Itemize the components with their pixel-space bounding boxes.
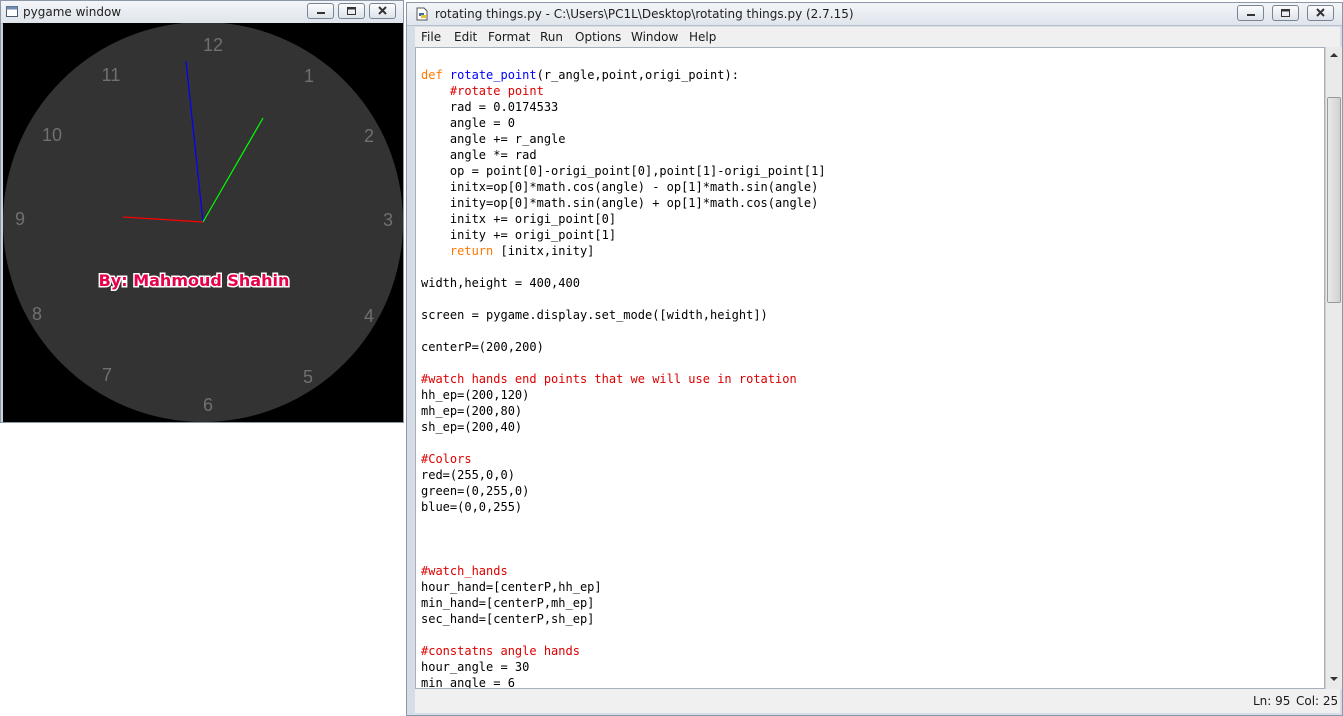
- minimize-button[interactable]: [1237, 5, 1264, 21]
- comment-token: #watch_hands: [421, 564, 508, 578]
- minimize-icon: [317, 12, 325, 14]
- clock-number-5: 5: [303, 367, 313, 387]
- code-token: hour_hand=[centerP,hh_ep] min_hand=[cent…: [421, 580, 602, 626]
- maximize-icon: [347, 7, 356, 15]
- menu-help[interactable]: Help: [689, 27, 716, 47]
- menu-format[interactable]: Format: [488, 27, 530, 47]
- menu-file[interactable]: File: [421, 27, 441, 47]
- code-editor[interactable]: def rotate_point(r_angle,point,origi_poi…: [415, 47, 1325, 689]
- definition-token: rotate_point: [449, 68, 537, 82]
- author-credit: By: Mahmoud Shahin: [99, 271, 290, 290]
- clock-face: 12 1 2 3 4 5 6 7 8 9 10 11 By: Mahmoud S…: [3, 23, 403, 422]
- close-icon: [1316, 8, 1325, 17]
- scroll-up-icon[interactable]: [1326, 47, 1342, 63]
- maximize-button[interactable]: [338, 3, 365, 19]
- close-button[interactable]: [369, 3, 396, 19]
- clock-number-2: 2: [364, 126, 374, 146]
- code-token: hh_ep=(200,120) mh_ep=(200,80) sh_ep=(20…: [421, 388, 530, 434]
- minimize-icon: [1247, 14, 1255, 16]
- menu-options[interactable]: Options: [575, 27, 621, 47]
- window-app-icon: [6, 6, 18, 17]
- clock-number-4: 4: [364, 306, 374, 326]
- pygame-canvas[interactable]: 12 1 2 3 4 5 6 7 8 9 10 11 By: Mahmoud S…: [3, 23, 403, 422]
- menu-bar: File Edit Format Run Options Window Help: [415, 27, 1340, 47]
- code-token: (r_angle,point,origi_point):: [536, 68, 739, 82]
- clock-number-9: 9: [15, 209, 25, 229]
- clock-dial: [3, 23, 403, 422]
- pygame-titlebar[interactable]: pygame window: [1, 1, 403, 24]
- keyword-token: return: [449, 244, 494, 258]
- menu-run[interactable]: Run: [540, 27, 563, 47]
- close-button[interactable]: [1307, 5, 1334, 21]
- maximize-button[interactable]: [1272, 5, 1299, 21]
- menu-window[interactable]: Window: [631, 27, 678, 47]
- menu-edit[interactable]: Edit: [454, 27, 477, 47]
- status-bar: Ln: 95 Col: 25: [415, 689, 1340, 713]
- keyword-token: def: [421, 68, 443, 82]
- clock-number-7: 7: [102, 365, 112, 385]
- clock-number-8: 8: [32, 304, 42, 324]
- code-token: red=(255,0,0) green=(0,255,0) blue=(0,0,…: [421, 468, 530, 514]
- pygame-window: pygame window 12 1 2 3 4 5 6 7 8 9 10 11: [0, 0, 404, 423]
- clock-number-1: 1: [304, 66, 314, 86]
- status-column: Col: 25: [1296, 694, 1339, 708]
- python-file-icon: [416, 7, 428, 21]
- close-icon: [378, 6, 387, 15]
- idle-titlebar[interactable]: rotating things.py - C:\Users\PC1L\Deskt…: [407, 3, 1342, 26]
- scroll-down-icon[interactable]: [1326, 671, 1342, 687]
- vertical-scrollbar[interactable]: [1325, 47, 1342, 689]
- code-token: rad = 0.0174533 angle = 0 angle += r_ang…: [449, 100, 826, 242]
- clock-number-12: 12: [203, 35, 223, 55]
- minimize-button[interactable]: [307, 3, 334, 19]
- clock-number-10: 10: [42, 125, 62, 145]
- clock-number-11: 11: [102, 65, 121, 85]
- window-title: rotating things.py - C:\Users\PC1L\Deskt…: [435, 7, 854, 21]
- comment-token: #watch hands end points that we will use…: [421, 372, 797, 386]
- clock-number-6: 6: [203, 395, 213, 415]
- status-line: Ln: 95: [1253, 694, 1291, 708]
- code-token: [initx,inity] width,height = 400,400 scr…: [421, 244, 768, 354]
- idle-editor-window: rotating things.py - C:\Users\PC1L\Deskt…: [406, 2, 1343, 716]
- comment-token: #constatns angle hands: [421, 644, 580, 658]
- code-token: hour_angle = 30 min_angle = 6: [421, 660, 530, 689]
- scroll-thumb[interactable]: [1327, 97, 1341, 303]
- clock-number-3: 3: [383, 210, 393, 230]
- code-text[interactable]: def rotate_point(r_angle,point,origi_poi…: [421, 67, 826, 689]
- window-title: pygame window: [23, 5, 122, 19]
- comment-token: #Colors: [421, 452, 472, 466]
- maximize-icon: [1281, 9, 1290, 17]
- comment-token: #rotate point: [449, 84, 544, 98]
